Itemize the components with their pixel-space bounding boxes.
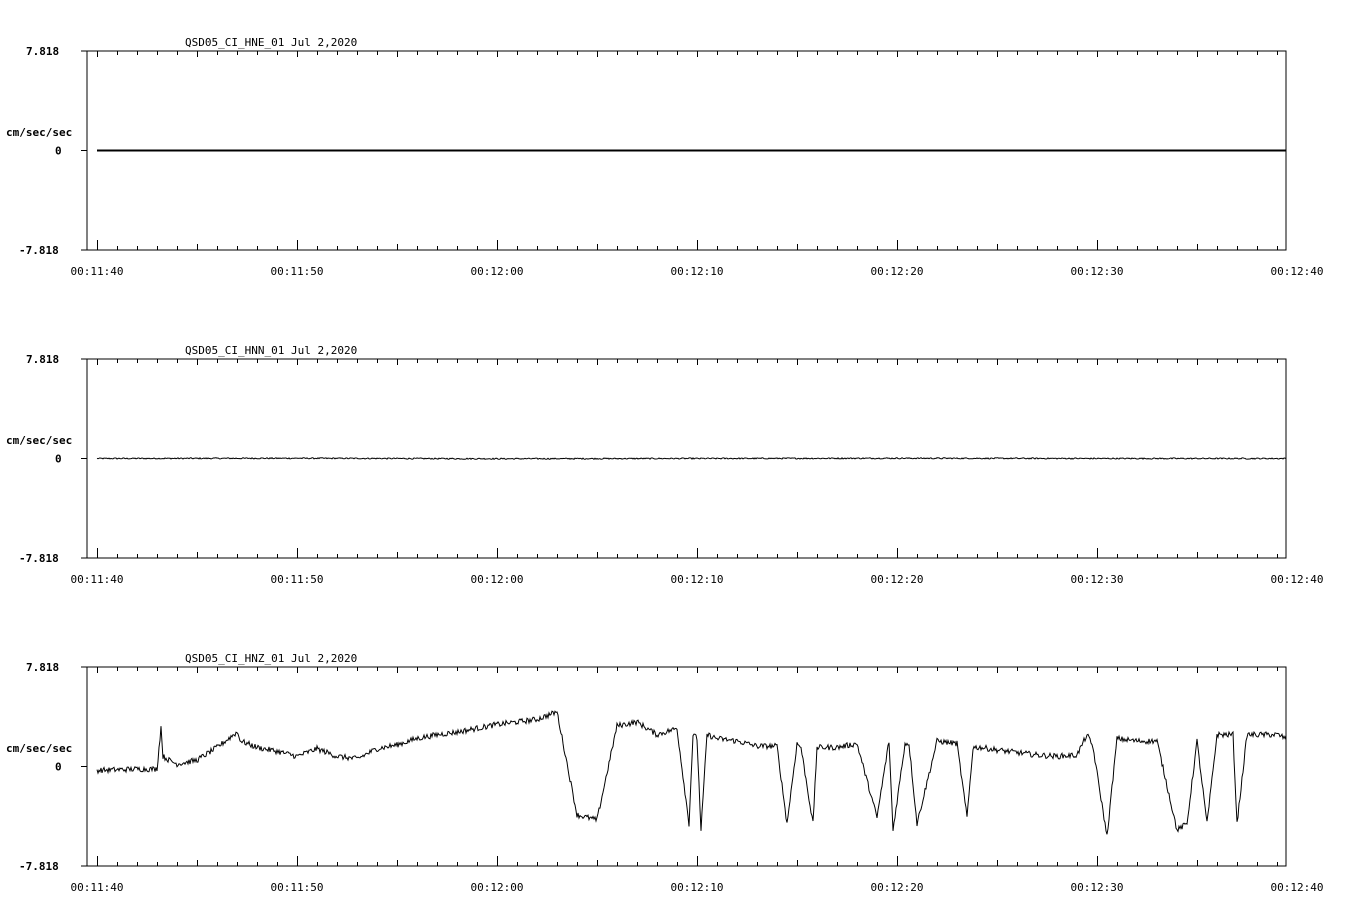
y-axis-label: cm/sec/sec bbox=[6, 434, 72, 447]
panel-title: QSD05_CI_HNE_01 Jul 2,2020 bbox=[185, 36, 357, 49]
x-tick-label: 00:12:20 bbox=[871, 265, 924, 278]
y-tick-label: -7.818 bbox=[19, 244, 59, 257]
x-tick-label: 00:11:50 bbox=[271, 881, 324, 894]
trace-line bbox=[97, 711, 1286, 834]
x-tick-label: 00:12:00 bbox=[471, 881, 524, 894]
y-tick-label: 0 bbox=[55, 145, 62, 158]
y-tick-label: 7.818 bbox=[26, 45, 59, 58]
y-tick-label: -7.818 bbox=[19, 860, 59, 873]
x-tick-label: 00:11:40 bbox=[71, 573, 124, 586]
y-tick-label: 7.818 bbox=[26, 353, 59, 366]
x-tick-label: 00:12:30 bbox=[1071, 265, 1124, 278]
x-tick-label: 00:12:10 bbox=[671, 573, 724, 586]
x-tick-label: 00:11:50 bbox=[271, 573, 324, 586]
y-tick-label: 0 bbox=[55, 453, 62, 466]
y-tick-label: -7.818 bbox=[19, 552, 59, 565]
x-tick-label: 00:12:00 bbox=[471, 265, 524, 278]
y-tick-label: 7.818 bbox=[26, 661, 59, 674]
x-tick-label: 00:12:40 bbox=[1271, 573, 1324, 586]
x-tick-label: 00:12:00 bbox=[471, 573, 524, 586]
y-tick-label: 0 bbox=[55, 761, 62, 774]
plot-frame bbox=[87, 667, 1286, 866]
panel-0: QSD05_CI_HNE_01 Jul 2,2020 cm/sec/sec 7.81… bbox=[6, 36, 1358, 278]
x-tick-label: 00:12:10 bbox=[671, 881, 724, 894]
x-tick-label: 00:12:20 bbox=[871, 573, 924, 586]
panel-title: QSD05_CI_HNZ_01 Jul 2,2020 bbox=[185, 652, 357, 665]
x-tick-label: 00:12:30 bbox=[1071, 573, 1124, 586]
y-axis-label: cm/sec/sec bbox=[6, 742, 72, 755]
x-tick-label: 00:12:30 bbox=[1071, 881, 1124, 894]
x-tick-label: 00:12:10 bbox=[671, 265, 724, 278]
x-tick-label: 00:11:40 bbox=[71, 881, 124, 894]
panel-2: QSD05_CI_HNZ_01 Jul 2,2020 cm/sec/sec 7.81… bbox=[6, 652, 1358, 894]
y-axis-label: cm/sec/sec bbox=[6, 126, 72, 139]
x-tick-label: 00:11:50 bbox=[271, 265, 324, 278]
x-tick-label: 00:12:40 bbox=[1271, 881, 1324, 894]
x-tick-label: 00:12:40 bbox=[1271, 265, 1324, 278]
panel-1: QSD05_CI_HNN_01 Jul 2,2020 cm/sec/sec 7.81… bbox=[6, 344, 1358, 586]
x-tick-label: 00:11:40 bbox=[71, 265, 124, 278]
x-tick-label: 00:12:20 bbox=[871, 881, 924, 894]
trace-line bbox=[97, 458, 1286, 460]
seismogram-figure: QSD05_CI_HNE_01 Jul 2,2020 cm/sec/sec 7.81… bbox=[0, 0, 1358, 924]
panel-title: QSD05_CI_HNN_01 Jul 2,2020 bbox=[185, 344, 357, 357]
